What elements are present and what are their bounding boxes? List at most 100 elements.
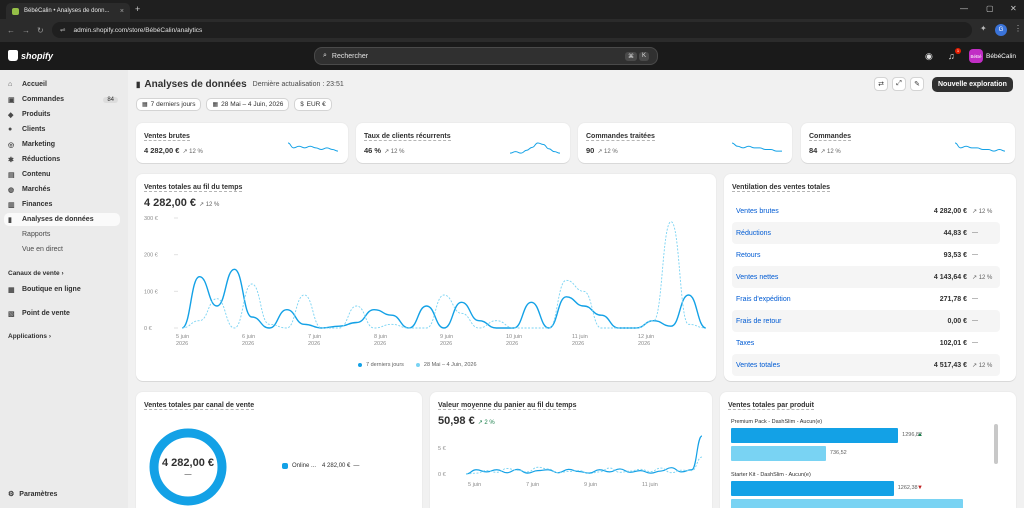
sales-line-chart[interactable]: 300 €200 €100 €0 €5 juin20266 juin20267 … bbox=[136, 212, 716, 362]
product-bar-value: 736,52 bbox=[829, 450, 847, 456]
sparkline-path bbox=[510, 142, 560, 154]
extensions-icon[interactable]: ✦ bbox=[980, 24, 987, 33]
sparkline bbox=[955, 142, 1005, 152]
sidebar-item-commandes[interactable]: ▣ Commandes 84 bbox=[4, 93, 120, 106]
legend-label[interactable]: 7 derniers jours bbox=[366, 362, 404, 368]
sidebar-item-settings[interactable]: ⚙ Paramètres bbox=[8, 490, 57, 499]
card-title[interactable]: Valeur moyenne du panier au fil du temps bbox=[438, 402, 577, 410]
sparkline-path bbox=[955, 142, 1005, 152]
sales-by-product-card: Ventes totales par produit Premium Pack … bbox=[720, 392, 1016, 508]
scrollbar[interactable] bbox=[994, 424, 998, 464]
sidebar-item-pos[interactable]: ▧ Point de vente bbox=[4, 307, 120, 320]
pencil-icon: ✎ bbox=[914, 81, 920, 88]
series-line[interactable] bbox=[181, 268, 707, 329]
maximize-icon[interactable]: ▢ bbox=[986, 4, 994, 13]
browser-menu-icon[interactable]: ⋮ bbox=[1014, 24, 1022, 33]
product-bar[interactable] bbox=[731, 446, 826, 461]
shopify-bag-icon bbox=[8, 50, 18, 61]
refresh-button[interactable]: ⇄ bbox=[874, 77, 888, 91]
card-title[interactable]: Ventilation des ventes totales bbox=[732, 184, 831, 192]
card-title[interactable]: Ventes totales par produit bbox=[728, 402, 814, 410]
breakdown-label[interactable]: Ventes nettes bbox=[736, 274, 778, 281]
sidebar-item-marketing[interactable]: ◎ Marketing bbox=[4, 138, 120, 151]
sidebar-item-produits[interactable]: ◆ Produits bbox=[4, 108, 120, 121]
series-line[interactable] bbox=[465, 435, 703, 475]
breakdown-row[interactable]: Ventes totales 4 517,43 € ↗ 12 % bbox=[732, 354, 1000, 376]
edit-button[interactable]: ✎ bbox=[910, 77, 924, 91]
sidebar-item-accueil[interactable]: ⌂ Accueil bbox=[4, 78, 120, 91]
sidebar-item-analytics[interactable]: ▮ Analyses de données bbox=[4, 213, 120, 226]
sidebar-subitem-vue-en-direct[interactable]: Vue en direct bbox=[4, 243, 120, 256]
close-tab-icon[interactable]: × bbox=[120, 8, 124, 15]
breakdown-label[interactable]: Frais d'expédition bbox=[736, 296, 791, 303]
legend-label[interactable]: 28 Mai – 4 Juin, 2026 bbox=[424, 362, 477, 368]
target-icon: ◎ bbox=[8, 141, 15, 149]
shopify-logo[interactable]: shopify bbox=[8, 50, 53, 61]
new-tab-icon[interactable]: + bbox=[135, 4, 140, 14]
breakdown-row[interactable]: Frais de retour 0,00 € — bbox=[732, 310, 1000, 332]
card-title[interactable]: Ventes totales au fil du temps bbox=[144, 184, 243, 192]
browser-profile-avatar[interactable]: G bbox=[995, 24, 1007, 36]
breakdown-row[interactable]: Réductions 44,83 € — bbox=[732, 222, 1000, 244]
back-icon[interactable]: ← bbox=[7, 26, 15, 35]
breakdown-row[interactable]: Ventes nettes 4 143,64 € ↗ 12 % bbox=[732, 266, 1000, 288]
breakdown-label[interactable]: Frais de retour bbox=[736, 318, 782, 325]
site-info-icon[interactable]: ⇌ bbox=[60, 26, 65, 34]
main-content: ▮ Analyses de données Dernière actualisa… bbox=[128, 70, 1024, 508]
breakdown-row[interactable]: Frais d'expédition 271,78 € — bbox=[732, 288, 1000, 310]
product-bar[interactable] bbox=[731, 481, 894, 496]
breakdown-row[interactable]: Taxes 102,01 € — bbox=[732, 332, 1000, 354]
minimize-icon[interactable]: — bbox=[960, 4, 968, 13]
forward-icon[interactable]: → bbox=[22, 26, 30, 35]
currency-filter[interactable]: $ EUR € bbox=[294, 98, 332, 111]
gear-icon: ⚙ bbox=[8, 491, 15, 498]
store-menu[interactable]: BéBé BébéCalin bbox=[969, 49, 1016, 63]
breakdown-row[interactable]: Retours 93,53 € — bbox=[732, 244, 1000, 266]
product-bar[interactable] bbox=[731, 499, 963, 508]
card-value-text: 50,98 € bbox=[438, 415, 475, 427]
breakdown-value: 44,83 € bbox=[943, 229, 967, 237]
sidebar-item-marches[interactable]: ◍ Marchés bbox=[4, 183, 120, 196]
x-tick-label: 6 juin bbox=[242, 334, 255, 340]
series-line[interactable] bbox=[181, 221, 707, 329]
tag-icon: ◆ bbox=[8, 111, 14, 119]
sidebar-item-clients[interactable]: ● Clients bbox=[4, 123, 120, 136]
period-filter[interactable]: ▦ 7 derniers jours bbox=[136, 98, 202, 111]
metric-card[interactable]: Ventes brutes 4 282,00 € ↗ 12 % bbox=[136, 123, 348, 163]
metric-card[interactable]: Taux de clients récurrents 46 % ↗ 12 % bbox=[356, 123, 570, 163]
sidebar-item-contenu[interactable]: ▤ Contenu bbox=[4, 168, 120, 181]
metric-card[interactable]: Commandes 84 ↗ 12 % bbox=[801, 123, 1015, 163]
y-tick-label: 5 € bbox=[438, 446, 446, 452]
sidebar-subitem-rapports[interactable]: Rapports bbox=[4, 228, 120, 241]
breakdown-delta: — bbox=[972, 318, 978, 324]
fullscreen-button[interactable]: ⤢ bbox=[892, 77, 906, 91]
search-input[interactable]: ⌕ Rechercher ⌘ K bbox=[314, 47, 658, 65]
y-tick-label: 0 € bbox=[438, 472, 446, 478]
browser-tab[interactable]: BébéCalin • Analyses de donn... × bbox=[6, 3, 130, 19]
compare-filter[interactable]: ▦ 28 Mai – 4 Juin, 2026 bbox=[206, 98, 290, 111]
sales-channels-heading[interactable]: Canaux de vente › bbox=[8, 270, 64, 277]
window-close-icon[interactable]: ✕ bbox=[1010, 4, 1017, 13]
donut-chart[interactable]: 4 282,00 € — bbox=[148, 427, 228, 507]
address-bar[interactable]: ⇌ admin.shopify.com/store/BébéCalin/anal… bbox=[52, 22, 972, 38]
store-switcher-icon[interactable]: ◉ bbox=[925, 51, 933, 62]
card-title[interactable]: Ventes totales par canal de vente bbox=[144, 402, 255, 410]
reload-icon[interactable]: ↻ bbox=[37, 26, 44, 35]
breakdown-label[interactable]: Ventes brutes bbox=[736, 208, 779, 215]
breakdown-row[interactable]: Ventes brutes 4 282,00 € ↗ 12 % bbox=[732, 200, 1000, 222]
metric-value-text: 4 282,00 € bbox=[144, 146, 180, 155]
breakdown-label[interactable]: Réductions bbox=[736, 230, 771, 237]
breakdown-label[interactable]: Retours bbox=[736, 252, 761, 259]
bell-icon[interactable]: ♫ bbox=[948, 51, 955, 61]
breakdown-label[interactable]: Taxes bbox=[736, 340, 754, 347]
applications-heading[interactable]: Applications › bbox=[8, 333, 51, 340]
aov-line-chart[interactable]: 5 € 0 € 5 juin 7 juin 9 juin 11 juin bbox=[430, 430, 712, 508]
product-bar[interactable] bbox=[731, 428, 899, 443]
sidebar-item-reductions[interactable]: ✱ Réductions bbox=[4, 153, 120, 166]
metric-card[interactable]: Commandes traitées 90 ↗ 12 % bbox=[578, 123, 792, 163]
sidebar-item-online-store[interactable]: ▦ Boutique en ligne bbox=[4, 283, 120, 296]
sidebar-item-label: Clients bbox=[22, 126, 46, 133]
new-exploration-button[interactable]: Nouvelle exploration bbox=[932, 77, 1013, 92]
sidebar-item-finances[interactable]: ▥ Finances bbox=[4, 198, 120, 211]
breakdown-label[interactable]: Ventes totales bbox=[736, 362, 780, 369]
